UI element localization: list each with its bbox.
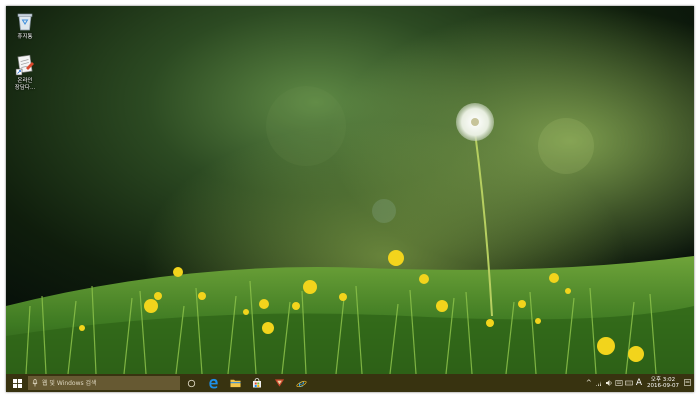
start-button[interactable] bbox=[6, 374, 28, 392]
file-explorer-button[interactable] bbox=[224, 374, 246, 392]
task-view-button[interactable] bbox=[180, 374, 202, 392]
action-center-button[interactable] bbox=[683, 374, 691, 392]
recycle-bin-icon bbox=[17, 13, 33, 31]
search-input[interactable] bbox=[42, 377, 172, 389]
taskbar-search-box[interactable] bbox=[28, 376, 180, 390]
internet-explorer-button[interactable]: e bbox=[290, 374, 312, 392]
desktop-icon-document-shortcut[interactable]: 온라인 장담다... bbox=[8, 54, 42, 91]
clock-date: 2016-09-07 bbox=[647, 383, 679, 389]
desktop-icon-recycle-bin[interactable]: 휴지통 bbox=[8, 10, 42, 41]
keyboard-icon[interactable] bbox=[625, 378, 633, 388]
recycle-bin-label: 휴지통 bbox=[17, 34, 33, 40]
store-button[interactable] bbox=[246, 374, 268, 392]
svg-text:e: e bbox=[298, 379, 304, 389]
edge-icon bbox=[208, 378, 218, 389]
taskbar: e ^ A 오후 3:02 2016-09-07 bbox=[6, 374, 694, 392]
desktop-screen: 휴지통 온라인 장담다... 웹 및 Windows 검색 e ^ A 오후 3… bbox=[6, 6, 694, 392]
clock[interactable]: 오후 3:02 2016-09-07 bbox=[647, 377, 679, 390]
task-view-icon bbox=[187, 379, 195, 387]
internet-explorer-icon: e bbox=[295, 379, 307, 389]
volume-icon[interactable] bbox=[605, 378, 613, 388]
microphone-icon bbox=[32, 379, 38, 387]
desktop-wallpaper bbox=[6, 6, 694, 392]
system-tray: ^ A 오후 3:02 2016-09-07 bbox=[584, 374, 694, 392]
app-button[interactable] bbox=[268, 374, 290, 392]
edge-button[interactable] bbox=[202, 374, 224, 392]
notification-icon bbox=[683, 379, 691, 386]
app-icon bbox=[274, 379, 284, 387]
store-icon bbox=[253, 378, 261, 388]
ime-indicator[interactable]: A bbox=[636, 378, 642, 388]
windows-logo-icon bbox=[12, 378, 22, 388]
input-indicator-icon[interactable] bbox=[615, 378, 623, 388]
show-hidden-icons-chevron-icon[interactable]: ^ bbox=[585, 378, 593, 388]
file-explorer-icon bbox=[229, 379, 241, 388]
document-shortcut-icon bbox=[15, 54, 34, 76]
network-icon[interactable] bbox=[595, 378, 603, 388]
document-shortcut-label: 온라인 장담다... bbox=[14, 78, 36, 91]
